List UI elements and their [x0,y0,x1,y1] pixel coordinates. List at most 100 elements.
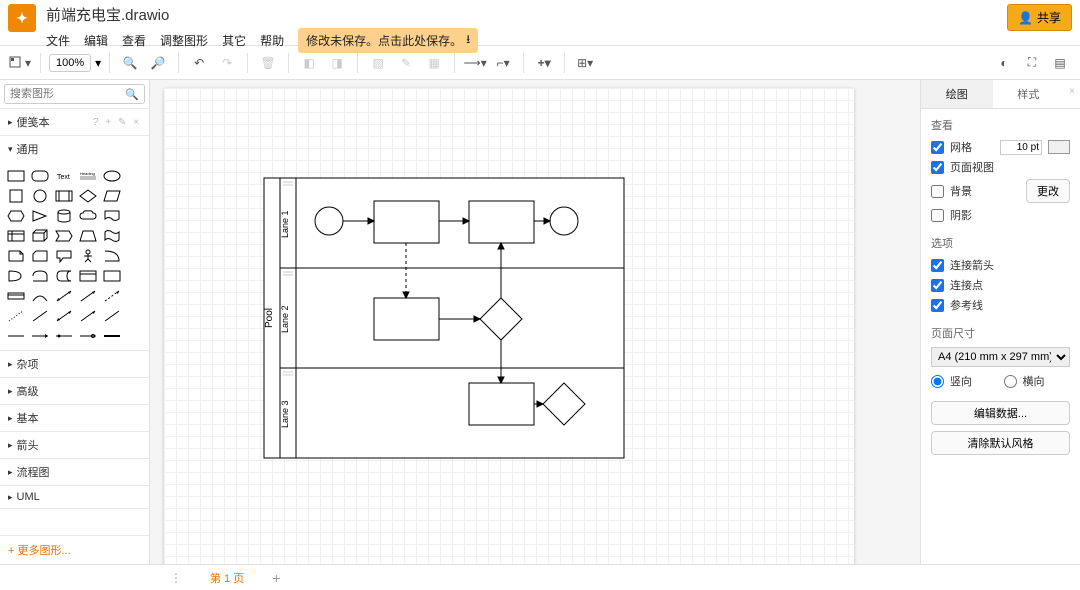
zoom-select[interactable]: 100% [49,54,91,72]
close-panel-icon[interactable]: × [1064,80,1080,108]
guides-checkbox[interactable] [931,299,944,312]
canvas[interactable]: Pool Lane 1 Lane 2 Lane 3 [150,80,920,564]
misc-header[interactable]: ▸杂项 [0,351,149,377]
shape-and[interactable] [30,268,50,284]
shape-list[interactable] [78,268,98,284]
shape-line2[interactable] [30,308,50,324]
diagram[interactable]: Pool Lane 1 Lane 2 Lane 3 [164,88,854,564]
shape-link4[interactable] [78,328,98,344]
shape-bidir2[interactable] [54,308,74,324]
shape-link2[interactable] [30,328,50,344]
shape-ellipse[interactable] [102,168,122,184]
waypoint-button[interactable]: ⌐▾ [491,51,515,75]
table-button[interactable]: ⊞▾ [573,51,597,75]
shape-dotted[interactable] [6,308,26,324]
page-menu-button[interactable]: ⋮ [160,567,192,589]
shape-callout[interactable] [54,248,74,264]
shape-document[interactable] [102,208,122,224]
canvas-page[interactable]: Pool Lane 1 Lane 2 Lane 3 [164,88,854,564]
shape-link5[interactable] [102,328,122,344]
shape-tape[interactable] [102,228,122,244]
shape-circle[interactable] [30,188,50,204]
page-1-tab[interactable]: 第 1 页 [196,566,258,590]
flowchart-header[interactable]: ▸流程图 [0,459,149,485]
shape-list2[interactable] [102,268,122,284]
shape-cube[interactable] [30,228,50,244]
edit-data-button[interactable]: 编辑数据... [931,401,1070,425]
shape-actor[interactable] [78,248,98,264]
shape-rect[interactable] [6,168,26,184]
grid-size-input[interactable] [1000,140,1042,155]
shape-line3[interactable] [102,308,122,324]
draw-tab[interactable]: 绘图 [921,80,993,108]
pageview-checkbox[interactable] [931,161,944,174]
shape-diamond[interactable] [78,188,98,204]
shape-heading[interactable]: Heading [78,168,98,184]
menu-extras[interactable]: 其它 [222,32,246,49]
shape-text[interactable]: Text [54,168,74,184]
arrows-header[interactable]: ▸箭头 [0,432,149,458]
shape-link1[interactable] [6,328,26,344]
to-front-button[interactable]: ◧ [297,51,321,75]
menu-view[interactable]: 查看 [122,32,146,49]
basic-header[interactable]: ▸基本 [0,405,149,431]
menu-help[interactable]: 帮助 [260,32,284,49]
connection-button[interactable]: ⟶▾ [463,51,487,75]
shape-triangle[interactable] [30,208,50,224]
shape-trapezoid[interactable] [78,228,98,244]
menu-edit[interactable]: 编辑 [84,32,108,49]
conn-points-checkbox[interactable] [931,279,944,292]
more-shapes-link[interactable]: + 更多图形... [0,535,149,564]
shape-cloud[interactable] [78,208,98,224]
menu-file[interactable]: 文件 [46,32,70,49]
dark-mode-button[interactable]: ◐ [992,51,1016,75]
scratchpad-header[interactable]: ▸便笺本? + ✎ × [0,109,149,135]
insert-button[interactable]: +▾ [532,51,556,75]
zoom-in-button[interactable]: 🔍 [118,51,142,75]
change-background-button[interactable]: 更改 [1026,179,1070,203]
menu-arrange[interactable]: 调整图形 [160,32,208,49]
view-mode-button[interactable]: ▾ [8,51,32,75]
line-color-button[interactable]: ✎ [394,51,418,75]
fill-color-button[interactable]: ▨ [366,51,390,75]
shape-parallelogram[interactable] [102,188,122,204]
shape-or[interactable] [6,268,26,284]
shape-step[interactable] [54,228,74,244]
shape-internal[interactable] [6,228,26,244]
shape-note[interactable] [6,248,26,264]
shape-card[interactable] [30,248,50,264]
filename[interactable]: 前端充电宝.drawio [46,4,1007,25]
conn-arrows-checkbox[interactable] [931,259,944,272]
general-header[interactable]: ▾通用 [0,136,149,162]
shape-bidir[interactable] [54,288,74,304]
shape-cylinder[interactable] [54,208,74,224]
shape-curve[interactable] [102,248,122,264]
shape-data[interactable] [54,268,74,284]
undo-button[interactable]: ↶ [187,51,211,75]
add-page-button[interactable]: + [262,566,290,590]
shape-dashed[interactable] [102,288,122,304]
redo-button[interactable]: ↷ [215,51,239,75]
shadow-button[interactable]: ▦ [422,51,446,75]
delete-button[interactable]: 🗑 [256,51,280,75]
shape-hline[interactable] [6,288,26,304]
landscape-radio[interactable] [1004,375,1017,388]
shape-arrow2[interactable] [78,308,98,324]
shape-link3[interactable] [54,328,74,344]
style-tab[interactable]: 样式 [993,80,1065,108]
shape-hexagon[interactable] [6,208,26,224]
background-checkbox[interactable] [931,185,944,198]
portrait-radio[interactable] [931,375,944,388]
clear-style-button[interactable]: 清除默认风格 [931,431,1070,455]
grid-color-swatch[interactable] [1048,140,1070,154]
shadow-checkbox[interactable] [931,209,944,222]
shape-rounded[interactable] [30,168,50,184]
shape-arrow[interactable] [78,288,98,304]
grid-checkbox[interactable] [931,141,944,154]
share-button[interactable]: 👤 共享 [1007,4,1072,31]
advanced-header[interactable]: ▸高级 [0,378,149,404]
pagesize-select[interactable]: A4 (210 mm x 297 mm) [931,347,1070,367]
zoom-out-button[interactable]: 🔎 [146,51,170,75]
format-panel-button[interactable]: ▤ [1048,51,1072,75]
shape-process[interactable] [54,188,74,204]
